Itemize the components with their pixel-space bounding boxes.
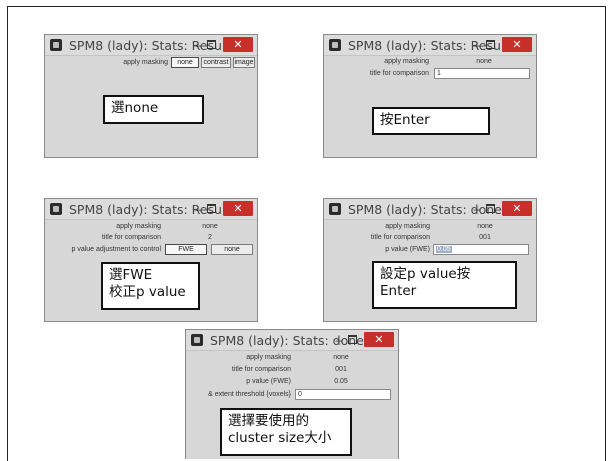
minimize-icon[interactable]: – xyxy=(193,38,203,52)
title-for-comparison-value: 001 xyxy=(335,366,347,373)
apply-masking-label: apply masking xyxy=(384,58,429,65)
window-titlebar: SPM8 (lady): Stats: Results – ✕ xyxy=(45,35,257,56)
callout-text-line: 選FWE xyxy=(109,267,153,283)
apply-masking-value: none xyxy=(477,223,493,230)
instruction-callout-3: 選FWE 校正p value xyxy=(101,262,200,310)
callout-text-line: Enter xyxy=(380,283,417,299)
adjust-none-button[interactable]: none xyxy=(211,244,253,255)
spm-app-icon xyxy=(191,334,203,346)
apply-masking-label: apply masking xyxy=(385,223,430,230)
callout-text-line: 設定p value按 xyxy=(380,266,471,282)
window-titlebar: SPM8 (lady): Stats: Results – ✕ xyxy=(324,35,536,56)
window-titlebar: SPM8 (lady): Stats: Results – ✕ xyxy=(45,199,257,220)
p-value-fwe-input[interactable]: 0.05 xyxy=(433,244,529,255)
spm-results-window-2: SPM8 (lady): Stats: Results – ✕ apply ma… xyxy=(323,34,537,158)
extent-threshold-label: & extent threshold {voxels} xyxy=(208,391,291,398)
spm-app-icon xyxy=(329,39,341,51)
maximize-icon[interactable] xyxy=(486,204,495,213)
maximize-icon[interactable] xyxy=(207,204,216,213)
apply-masking-label: apply masking xyxy=(246,354,291,361)
minimize-icon[interactable]: – xyxy=(472,202,482,216)
instruction-callout-2: 按Enter xyxy=(372,107,490,135)
apply-masking-value: none xyxy=(476,58,492,65)
spm-app-icon xyxy=(50,203,62,215)
p-value-fwe-label: p value (FWE) xyxy=(246,378,291,385)
title-for-comparison-label: title for comparison xyxy=(370,234,430,241)
masking-image-button[interactable]: image xyxy=(233,57,255,68)
p-value-adjustment-label: p value adjustment to control xyxy=(71,246,162,253)
minimize-icon[interactable]: – xyxy=(193,202,203,216)
title-for-comparison-label: title for comparison xyxy=(101,234,161,241)
minimize-icon[interactable]: – xyxy=(472,38,482,52)
apply-masking-label: apply masking xyxy=(116,223,161,230)
minimize-icon[interactable]: – xyxy=(334,333,344,347)
p-value-fwe-value: 0.05 xyxy=(334,378,348,385)
apply-masking-label: apply masking xyxy=(123,59,168,66)
title-for-comparison-value: 2 xyxy=(208,234,212,241)
title-for-comparison-value: 001 xyxy=(479,234,491,241)
adjust-fwe-button[interactable]: FWE xyxy=(165,244,207,255)
close-icon[interactable]: ✕ xyxy=(364,332,394,347)
masking-contrast-button[interactable]: contrast xyxy=(201,57,231,68)
instruction-callout-4: 設定p value按 Enter xyxy=(372,261,517,309)
title-for-comparison-label: title for comparison xyxy=(231,366,291,373)
p-value-fwe-label: p value (FWE) xyxy=(385,246,430,253)
close-icon[interactable]: ✕ xyxy=(223,37,253,52)
extent-threshold-input[interactable]: 0 xyxy=(295,389,391,400)
maximize-icon[interactable] xyxy=(348,335,357,344)
apply-masking-value: none xyxy=(202,223,218,230)
window-titlebar: SPM8 (lady): Stats: done – ✕ xyxy=(186,330,398,351)
spm-app-icon xyxy=(329,203,341,215)
selected-input-text: 0.05 xyxy=(436,246,452,253)
instruction-callout-5: 選擇要使用的 cluster size大小 xyxy=(220,408,352,456)
spm-app-icon xyxy=(50,39,62,51)
callout-text-line: 選擇要使用的 xyxy=(228,413,309,429)
callout-text-line: 校正p value xyxy=(109,284,186,300)
close-icon[interactable]: ✕ xyxy=(223,201,253,216)
title-for-comparison-input[interactable]: 1 xyxy=(434,68,530,79)
callout-text-line: 選none xyxy=(111,100,159,116)
close-icon[interactable]: ✕ xyxy=(502,37,532,52)
apply-masking-value: none xyxy=(333,354,349,361)
maximize-icon[interactable] xyxy=(207,40,216,49)
maximize-icon[interactable] xyxy=(486,40,495,49)
close-icon[interactable]: ✕ xyxy=(502,201,532,216)
instruction-callout-1: 選none xyxy=(103,95,204,124)
title-for-comparison-label: title for comparison xyxy=(369,70,429,77)
callout-text-line: cluster size大小 xyxy=(228,430,332,446)
callout-text-line: 按Enter xyxy=(380,112,430,128)
window-titlebar: SPM8 (lady): Stats: done – ✕ xyxy=(324,199,536,220)
masking-none-button[interactable]: none xyxy=(171,57,199,68)
